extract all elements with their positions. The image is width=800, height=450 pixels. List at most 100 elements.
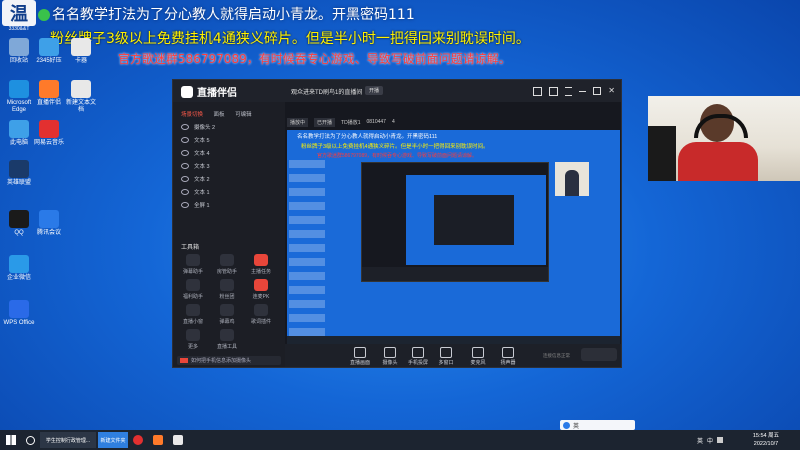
- ime-logo-icon: [563, 421, 570, 429]
- start-button[interactable]: [2, 432, 20, 448]
- desktop-icon[interactable]: 企业微信: [2, 255, 36, 282]
- ime-toolbar[interactable]: 英: [560, 420, 635, 430]
- tab-scene[interactable]: 场景切换: [181, 110, 203, 118]
- taskbar-live-assistant[interactable]: [150, 432, 166, 448]
- left-panel: 场景切换 面板 可编辑 摄像头 2 文本 5 文本 4 文本 3 文本 2 文本 1 全屏 …: [173, 102, 285, 367]
- taskbar-app-3[interactable]: [170, 432, 186, 448]
- overlay-line-1-text: 名名教学打法为了分心教人就得启动小青龙。开黑密码111: [52, 7, 415, 23]
- notice-bar[interactable]: 如何把手机信息添加摄像头: [177, 356, 281, 365]
- window-controls: ✕: [533, 87, 615, 96]
- topbar-status-3: TD播放1: [341, 119, 361, 126]
- desktop-app-icon: [39, 38, 59, 56]
- eye-icon[interactable]: [181, 163, 189, 169]
- nested-preview-window: [361, 162, 549, 282]
- preview-overlay-line-2: 粉丝牌子3级以上免费挂机4通狭义碎片。但是半小时一把得回来别耽误时间。: [301, 144, 489, 150]
- desktop-icon[interactable]: WPS Office: [2, 300, 36, 327]
- tool-item[interactable]: 弹幕助手: [179, 254, 207, 275]
- source-item[interactable]: 文本 3: [181, 161, 281, 171]
- desktop-icon[interactable]: 回收站: [2, 38, 36, 65]
- person-figure: [565, 170, 579, 196]
- topbar-status-2: 已开播: [314, 117, 336, 127]
- bottom-button[interactable]: 多窗口: [433, 347, 459, 366]
- bottom-button[interactable]: 手机投屏: [405, 347, 431, 366]
- bottom-button[interactable]: 直播画面: [347, 347, 373, 366]
- taskbar-app-2[interactable]: 新建文件夹: [98, 432, 128, 448]
- bottom-button[interactable]: 麦克风: [465, 347, 491, 366]
- source-label: 文本 1: [194, 190, 210, 196]
- bottom-button[interactable]: 扬声器: [495, 347, 521, 366]
- desktop-app-icon: [39, 120, 59, 138]
- tool-item[interactable]: 弹幕鸡: [213, 304, 241, 325]
- bottom-button-label: 直播画面: [349, 360, 370, 366]
- clock[interactable]: 15:54 周五 2022/10/7: [742, 432, 790, 448]
- preview-canvas[interactable]: 名名教学打法为了分心教人就得启动小青龙。开黑密码111 粉丝牌子3级以上免费挂机…: [287, 130, 620, 344]
- desktop-icon[interactable]: 腾讯会议: [32, 210, 66, 237]
- volume-icon[interactable]: [717, 437, 724, 443]
- eye-icon[interactable]: [181, 202, 189, 208]
- room-title: 观众进来TD刷鸟1的直播间: [291, 90, 363, 96]
- start-live-button[interactable]: [581, 348, 617, 361]
- tool-item[interactable]: 连麦PK: [247, 279, 275, 300]
- tray-ime-2[interactable]: 中: [707, 436, 713, 445]
- tab-edit[interactable]: 可编辑: [235, 110, 252, 118]
- menu-icon[interactable]: [565, 87, 573, 96]
- tool-item[interactable]: 直播工具: [213, 329, 241, 350]
- tool-item[interactable]: 歌词插件: [247, 304, 275, 325]
- gift-icon[interactable]: [533, 87, 543, 96]
- desktop-icon[interactable]: Microsoft Edge: [2, 80, 36, 114]
- maximize-icon[interactable]: [593, 87, 602, 95]
- tool-icon: [220, 254, 234, 266]
- desktop-icon[interactable]: 英雄联盟: [2, 160, 36, 187]
- taskbar-netease[interactable]: [130, 432, 146, 448]
- taskbar-app-2-label: 新建文件夹: [100, 437, 126, 444]
- live-assistant-icon: [153, 435, 163, 445]
- new-badge-icon: [180, 358, 188, 363]
- bottom-button[interactable]: 摄像头: [377, 347, 403, 366]
- desktop-icon[interactable]: QQ: [2, 210, 36, 237]
- eye-icon[interactable]: [181, 176, 189, 182]
- netease-icon: [133, 435, 143, 445]
- tool-item[interactable]: 福利助手: [179, 279, 207, 300]
- eye-icon[interactable]: [181, 150, 189, 156]
- desktop-icon[interactable]: 此电脑: [2, 120, 36, 147]
- windows-icon: [6, 435, 16, 445]
- desktop-app-icon: [9, 120, 29, 138]
- desktop-icon[interactable]: 卡器: [64, 38, 98, 65]
- overlay-line-3: 官方歌迷群586797089，有时候吞专心游戏、导致写破前面问题请谅解。: [118, 52, 511, 66]
- source-item[interactable]: 文本 1: [181, 187, 281, 197]
- topbar-status-4: 0810447: [366, 119, 386, 125]
- search-icon: [25, 435, 35, 445]
- ime-mode: 英: [573, 423, 580, 430]
- source-item[interactable]: 文本 5: [181, 135, 281, 145]
- tool-item[interactable]: 房管助手: [213, 254, 241, 275]
- desktop-icon[interactable]: 网易云音乐: [32, 120, 66, 147]
- desktop-icon-label: 英雄联盟: [6, 180, 31, 186]
- source-item[interactable]: 摄像头 2: [181, 122, 281, 132]
- source-item[interactable]: 全屏 1: [181, 200, 281, 210]
- bag-icon[interactable]: [549, 87, 559, 96]
- minimize-icon[interactable]: [579, 91, 587, 92]
- desktop-icon[interactable]: 新建文本文档: [64, 80, 98, 114]
- desktop-app-icon: [9, 160, 29, 178]
- room-tag[interactable]: 开播: [365, 86, 384, 95]
- eye-icon[interactable]: [181, 137, 189, 143]
- close-icon[interactable]: ✕: [608, 87, 615, 96]
- source-item[interactable]: 文本 4: [181, 148, 281, 158]
- preview-topbar: 播放中 已开播 TD播放1 0810447 4: [287, 116, 621, 128]
- eye-icon[interactable]: [181, 124, 189, 130]
- tool-item[interactable]: 主播任务: [247, 254, 275, 275]
- tray-ime-1[interactable]: 英: [697, 436, 703, 445]
- source-item[interactable]: 文本 2: [181, 174, 281, 184]
- desktop-icon[interactable]: 直播伴侣: [32, 80, 66, 107]
- desktop-icon[interactable]: 2345好压: [32, 38, 66, 65]
- taskbar-app-1[interactable]: 学生控制行政管理...: [40, 432, 96, 448]
- tool-item[interactable]: 更多: [179, 329, 207, 350]
- eye-icon[interactable]: [181, 189, 189, 195]
- bottom-button-label: 多窗口: [438, 360, 454, 366]
- search-button[interactable]: [22, 432, 38, 448]
- tool-item[interactable]: 直播小窗: [179, 304, 207, 325]
- tab-panel[interactable]: 面板: [214, 110, 225, 118]
- preview-overlay-line-3: 官方歌迷群586797089，有时候吞专心游戏、导致写破前面问题请谅解。: [317, 153, 478, 159]
- webcam-view: [648, 96, 800, 181]
- tool-item[interactable]: 粉丝团: [213, 279, 241, 300]
